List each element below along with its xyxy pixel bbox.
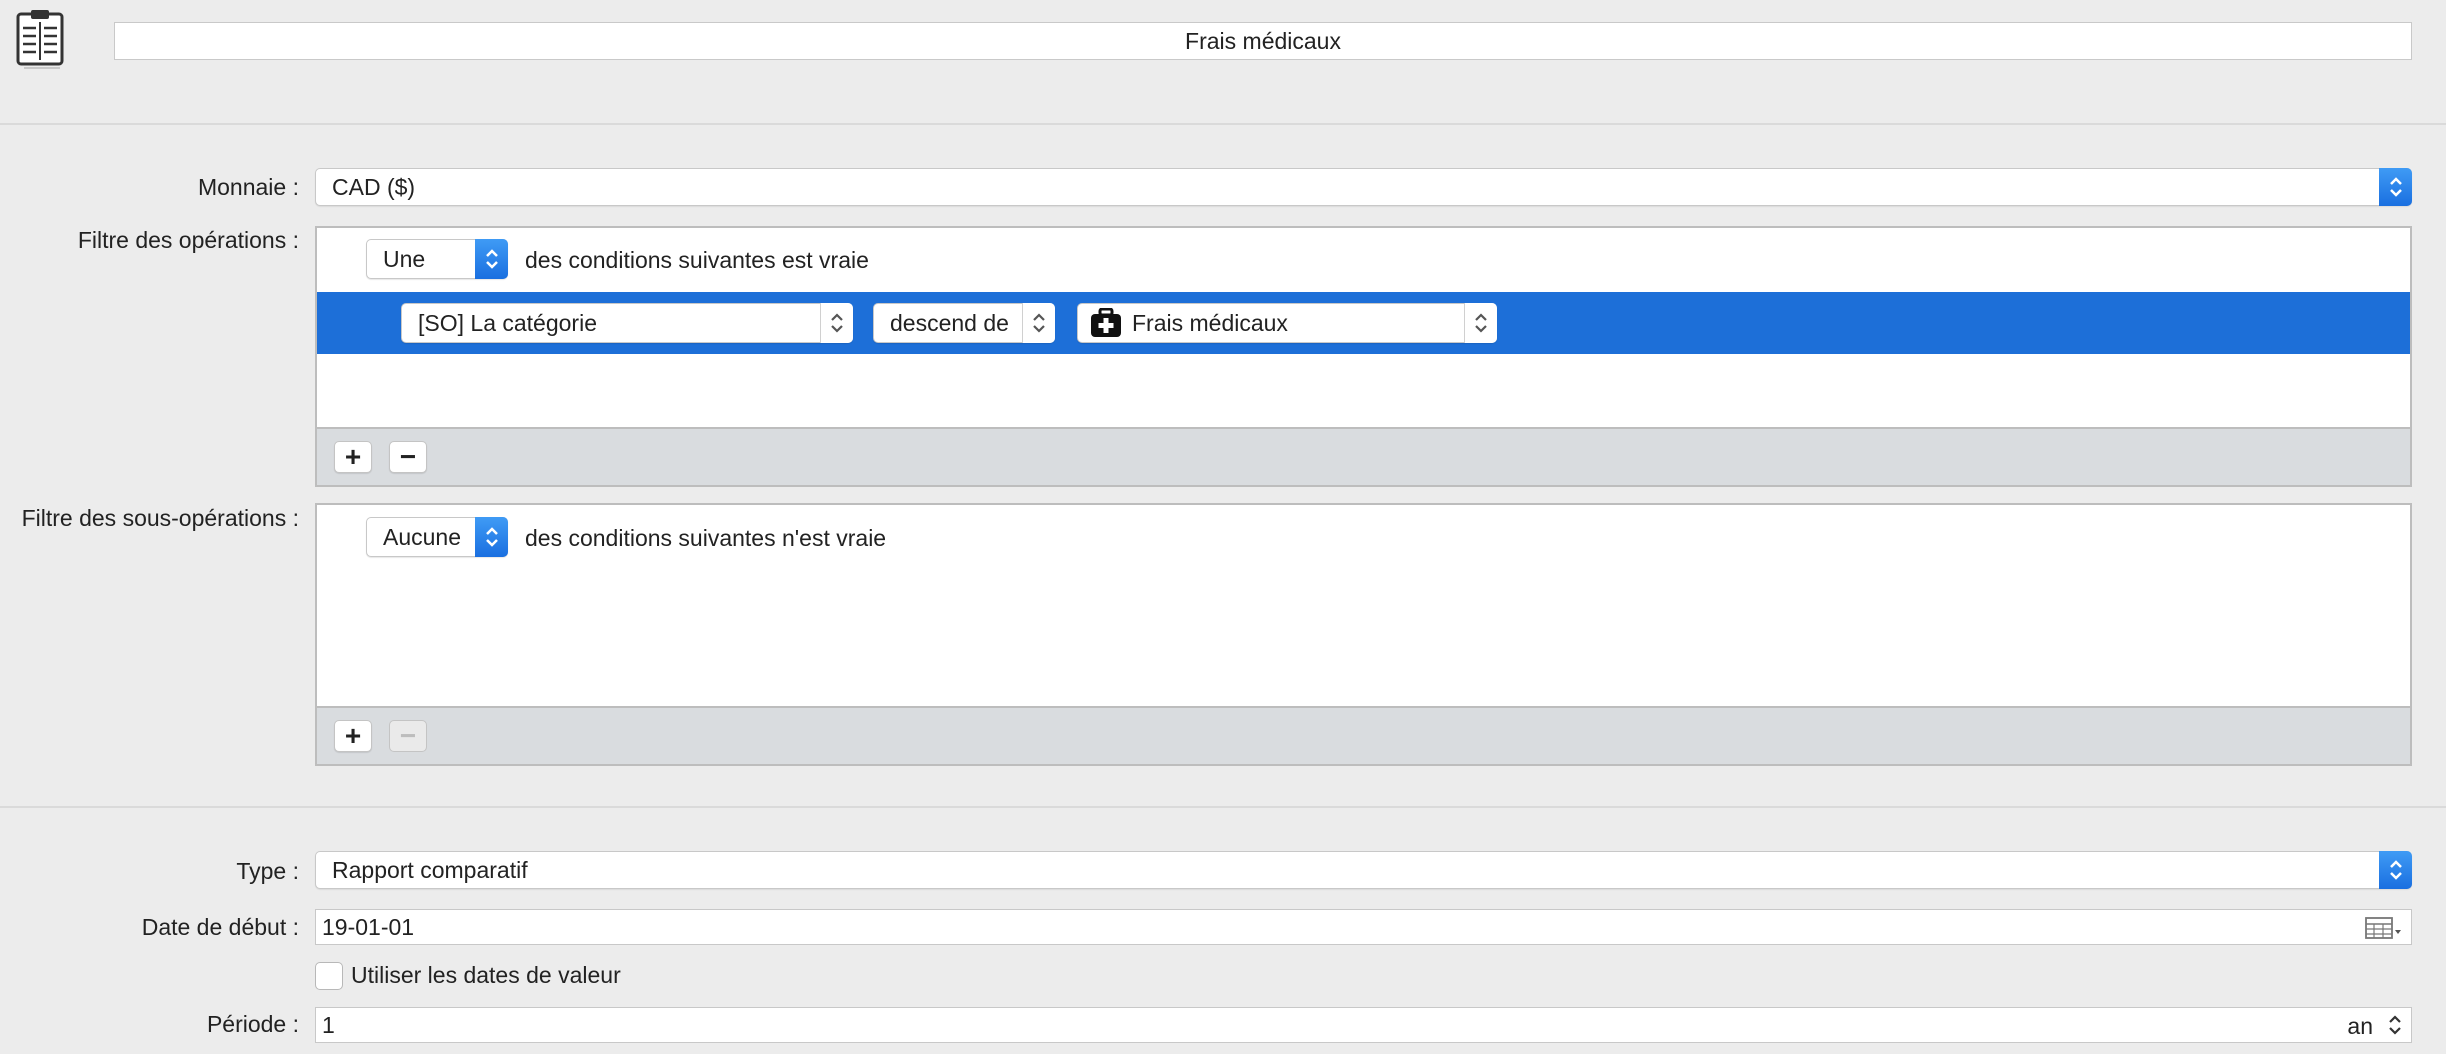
add-condition-button[interactable]: + (334, 441, 372, 473)
start-date-label: Date de début : (141, 914, 299, 940)
operations-condition-text: des conditions suivantes est vraie (525, 247, 869, 273)
report-list-icon (14, 8, 68, 72)
rule-value-popup[interactable]: Frais médicaux (1077, 303, 1497, 343)
chevron-updown-icon (475, 517, 508, 557)
currency-popup[interactable]: CAD ($) (315, 168, 2412, 206)
suboperations-filter-box: Aucune des conditions suivantes n'est vr… (315, 503, 2412, 766)
period-unit: an (2347, 1013, 2373, 1039)
rule-value-text: Frais médicaux (1132, 309, 1288, 336)
period-field[interactable]: 1 an (315, 1007, 2412, 1043)
chevron-updown-icon (2379, 851, 2412, 889)
value-dates-label: Utiliser les dates de valeur (351, 962, 621, 988)
rule-operator-value: descend de (890, 309, 1009, 336)
chevron-updown-icon (475, 239, 508, 279)
currency-value: CAD ($) (332, 173, 416, 200)
operations-filter-label: Filtre des opérations : (77, 227, 299, 253)
report-title-field[interactable]: Frais médicaux (114, 22, 2412, 60)
period-label: Période : (206, 1011, 299, 1037)
remove-subcondition-button[interactable]: − (389, 720, 427, 752)
operations-filter-footer: + − (317, 427, 2410, 485)
medical-kit-icon (1090, 308, 1122, 338)
operations-filter-box: Une des conditions suivantes est vraie [… (315, 226, 2412, 487)
section-divider (0, 806, 2446, 808)
value-dates-checkbox[interactable] (315, 962, 343, 990)
start-date-field[interactable]: 19-01-01 (315, 909, 2412, 945)
suboperations-quantifier-popup[interactable]: Aucune (366, 517, 508, 557)
rule-operator-popup[interactable]: descend de (873, 303, 1055, 343)
period-value: 1 (322, 1011, 335, 1038)
type-label: Type : (236, 858, 299, 884)
operations-quantifier-popup[interactable]: Une (366, 239, 508, 279)
start-date-value: 19-01-01 (322, 913, 415, 940)
rule-field-popup[interactable]: [SO] La catégorie (401, 303, 853, 343)
suboperations-quantifier-value: Aucune (383, 523, 462, 550)
calendar-icon[interactable] (2365, 916, 2403, 940)
suboperations-filter-footer: + − (317, 706, 2410, 764)
type-value: Rapport comparatif (332, 856, 528, 883)
remove-condition-button[interactable]: − (389, 441, 427, 473)
operations-quantifier-value: Une (383, 245, 426, 272)
currency-label: Monnaie : (197, 174, 299, 200)
suboperations-condition-text: des conditions suivantes n'est vraie (525, 525, 887, 551)
operations-rule-row[interactable]: [SO] La catégorie descend de Frais médic… (317, 292, 2410, 354)
chevron-updown-icon (820, 303, 853, 343)
type-popup[interactable]: Rapport comparatif (315, 851, 2412, 889)
rule-field-value: [SO] La catégorie (418, 309, 597, 336)
period-stepper-icon[interactable] (2387, 1013, 2403, 1037)
add-subcondition-button[interactable]: + (334, 720, 372, 752)
suboperations-filter-label: Filtre des sous-opérations : (21, 505, 299, 531)
header-divider (0, 123, 2446, 125)
chevron-updown-icon (1464, 303, 1497, 343)
report-title-text: Frais médicaux (1185, 27, 1341, 54)
chevron-updown-icon (1022, 303, 1055, 343)
chevron-updown-icon (2379, 168, 2412, 206)
